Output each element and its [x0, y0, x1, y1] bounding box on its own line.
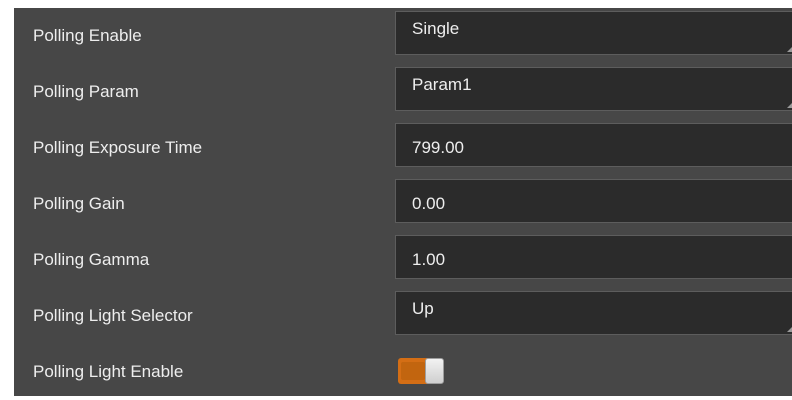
- polling-param-select[interactable]: Param1: [395, 67, 792, 111]
- polling-exposure-time-row: Polling Exposure Time 799.00: [14, 120, 792, 176]
- polling-exposure-time-input[interactable]: 799.00: [395, 123, 792, 167]
- polling-gain-row: Polling Gain 0.00: [14, 176, 792, 232]
- polling-exposure-time-label: Polling Exposure Time: [33, 138, 203, 157]
- polling-enable-value: Single: [412, 19, 460, 38]
- polling-enable-label: Polling Enable: [33, 26, 142, 45]
- polling-enable-select[interactable]: Single: [395, 11, 792, 55]
- dropdown-corner-icon: [787, 325, 792, 332]
- polling-gamma-input[interactable]: 1.00: [395, 235, 792, 279]
- polling-gain-label: Polling Gain: [33, 194, 125, 213]
- polling-enable-row: Polling Enable Single: [14, 8, 792, 64]
- polling-param-label: Polling Param: [33, 82, 139, 101]
- polling-gamma-value: 1.00: [412, 250, 446, 269]
- polling-param-value: Param1: [412, 75, 472, 94]
- toggle-track-fill: [401, 362, 425, 380]
- polling-light-enable-row: Polling Light Enable: [14, 344, 792, 400]
- polling-param-row: Polling Param Param1: [14, 64, 792, 120]
- polling-exposure-time-value: 799.00: [412, 138, 464, 157]
- polling-gamma-row: Polling Gamma 1.00: [14, 232, 792, 288]
- dropdown-corner-icon: [787, 45, 792, 52]
- polling-light-enable-label: Polling Light Enable: [33, 362, 184, 381]
- polling-gain-value: 0.00: [412, 194, 446, 213]
- polling-light-selector-value: Up: [412, 299, 434, 318]
- polling-settings-panel: Polling Enable Single Polling Param Para…: [14, 8, 792, 396]
- polling-gain-input[interactable]: 0.00: [395, 179, 792, 223]
- dropdown-corner-icon: [787, 101, 792, 108]
- polling-light-enable-toggle[interactable]: [398, 358, 444, 384]
- polling-light-selector-label: Polling Light Selector: [33, 306, 193, 325]
- polling-light-selector-select[interactable]: Up: [395, 291, 792, 335]
- polling-light-selector-row: Polling Light Selector Up: [14, 288, 792, 344]
- toggle-knob[interactable]: [425, 358, 444, 384]
- polling-gamma-label: Polling Gamma: [33, 250, 150, 269]
